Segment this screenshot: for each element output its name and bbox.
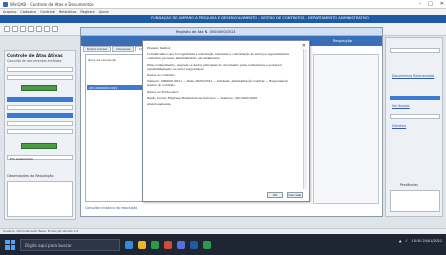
window-titlebar: WinQAB - Controle de Atas e Documentos –… — [0, 0, 446, 9]
right-panel: Documentos Relacionados Ver Anexos Detal… — [385, 37, 443, 217]
pending-box — [390, 190, 440, 212]
taskbar: Digite aqui para buscar ▲ ♪ 10:30 20/01/… — [0, 234, 446, 255]
new-icon[interactable] — [4, 26, 10, 32]
search-icon[interactable] — [36, 26, 42, 32]
menu-item-registro[interactable]: Registro — [80, 10, 94, 14]
window-title: WinQAB - Controle de Atas e Documentos — [10, 1, 94, 7]
app-icon — [3, 1, 8, 7]
header-label: Requisição — [333, 39, 352, 43]
dialog-scrollbar[interactable] — [303, 49, 307, 189]
file-explorer-icon[interactable] — [138, 240, 146, 249]
right-field[interactable] — [390, 48, 440, 53]
menu-item-arquivo[interactable]: Arquivo — [3, 10, 16, 14]
status-text: Em andamento — [10, 157, 33, 161]
dialog-paragraph: Número: 0000001/2021 — Data: 00/00/2021 … — [147, 79, 289, 88]
details-link[interactable]: Detalhes — [392, 124, 406, 128]
excel-icon[interactable] — [203, 240, 211, 249]
filter-field-2[interactable] — [7, 75, 73, 80]
taskbar-search-input[interactable]: Digite aqui para buscar — [20, 238, 120, 251]
related-docs-link[interactable]: Documentos Relacionados — [392, 74, 434, 78]
items-list: Itens da requisição ATA 0000001/2021 — [85, 54, 149, 202]
clock[interactable]: 10:30 20/01/2021 — [412, 239, 442, 243]
attachments-link[interactable]: Ver Anexos — [392, 104, 410, 108]
list-item[interactable] — [7, 105, 73, 110]
dialog-paragraph: Prezado Senhor, — [147, 46, 171, 50]
menu-item-relatorios[interactable]: Relatórios — [59, 10, 76, 14]
banner-text: FUNDAÇÃO DE AMPARO À PESQUISA E DESENVOL… — [151, 16, 369, 20]
message-dialog: ✕ Prezado Senhor, Comunicamos que foi re… — [142, 40, 310, 202]
system-tray: ▲ ♪ 10:30 20/01/2021 — [399, 239, 442, 243]
menu-item-controle[interactable]: Controle — [40, 10, 55, 14]
browser-icon[interactable] — [151, 240, 159, 249]
selected-row[interactable] — [7, 97, 73, 102]
close-icon[interactable]: ✕ — [440, 1, 444, 7]
dialog-paragraph: Atenciosamente, — [147, 102, 172, 107]
dialog-body: Prezado Senhor, Comunicamos que foi regi… — [147, 46, 299, 108]
status-field: Em andamento — [7, 155, 73, 161]
observations-label: Observações da Requisição — [7, 174, 54, 178]
dialog-paragraph: Dados do Fornecedor: — [147, 89, 180, 94]
maximize-icon[interactable]: □ — [428, 1, 433, 7]
menu-item-cadastro[interactable]: Cadastro — [20, 10, 36, 14]
minimize-icon[interactable]: – — [419, 1, 422, 7]
task-view-icon[interactable] — [125, 240, 133, 249]
volume-icon[interactable]: ♪ — [405, 239, 407, 243]
dialog-paragraph: Razão Social: Empresa Prestadora de Serv… — [147, 95, 259, 100]
dialog-paragraph: Comunicamos que foi registrada a solicit… — [147, 52, 290, 61]
left-panel-subtitle: Consulta de documentos emitidos — [7, 59, 62, 63]
save-icon[interactable] — [20, 26, 26, 32]
list-row-label: ATA 0000001/2021 — [89, 86, 118, 90]
list-item[interactable] — [7, 129, 73, 134]
print-icon[interactable] — [28, 26, 34, 32]
left-panel: Controle de Atas Ativas Consulta de docu… — [4, 50, 76, 220]
pending-label: Pendências — [400, 183, 419, 187]
clock-date: 20/01/2021 — [422, 239, 442, 243]
selected-row-2[interactable] — [7, 113, 73, 118]
list-header: Itens da requisição — [88, 58, 117, 62]
teams-icon[interactable] — [177, 240, 185, 249]
tab-dados-gerais[interactable]: Dados Gerais — [83, 46, 112, 52]
menu-item-ajuda[interactable]: Ajuda — [99, 10, 109, 14]
left-panel-title: Controle de Atas Ativas — [7, 53, 63, 58]
open-icon[interactable] — [12, 26, 18, 32]
main-window-title: Registro de Ata N. 0000000/2021 — [176, 29, 236, 34]
list-row-selected[interactable]: ATA 0000001/2021 — [87, 85, 147, 90]
header-banner: FUNDAÇÃO DE AMPARO À PESQUISA E DESENVOL… — [0, 15, 446, 23]
tab-clausulas[interactable]: Cláusulas — [112, 46, 135, 52]
start-icon[interactable] — [5, 239, 15, 250]
observations-textarea[interactable] — [7, 181, 73, 217]
clock-time: 10:30 — [411, 239, 422, 243]
filter-field[interactable] — [7, 67, 73, 72]
list-item[interactable] — [7, 121, 73, 126]
history-link[interactable]: Consultar histórico da requisição — [85, 206, 205, 210]
dialog-paragraph: Dados do Contrato: — [147, 73, 176, 78]
right-highlight — [390, 96, 440, 100]
help-icon[interactable] — [52, 26, 58, 32]
main-window-titlebar: Registro de Ata N. 0000000/2021 — [81, 28, 382, 36]
search-button[interactable] — [21, 85, 57, 91]
dialog-paragraph: Para conhecimento, seguem os dados princ… — [147, 62, 282, 71]
dialog-cancel-button[interactable]: Cancelar — [287, 192, 303, 198]
status-button[interactable] — [21, 143, 57, 149]
window-controls: – □ ✕ — [419, 1, 444, 7]
details-grid — [313, 54, 379, 204]
word-icon[interactable] — [190, 240, 198, 249]
mail-icon[interactable] — [164, 240, 172, 249]
network-icon[interactable]: ▲ — [399, 239, 402, 243]
refresh-icon[interactable] — [44, 26, 50, 32]
dialog-ok-button[interactable]: OK — [267, 192, 283, 198]
right-field-2[interactable] — [390, 114, 440, 119]
